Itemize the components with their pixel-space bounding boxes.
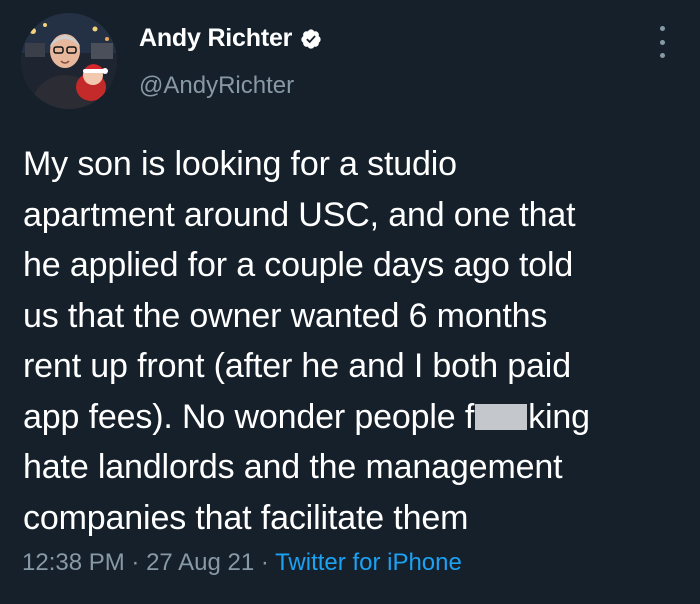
tweet-line: us that the owner wanted 6 months [23, 296, 548, 335]
tweet-line: app fees). No wonder people f king [23, 392, 683, 443]
tweet-line-segment: app fees). No wonder people f [23, 397, 475, 436]
avatar[interactable] [21, 13, 117, 109]
meta-separator: · [131, 549, 140, 576]
author-handle[interactable]: @AndyRichter [139, 72, 294, 100]
more-options-icon[interactable] [652, 26, 672, 58]
tweet-date[interactable]: 27 Aug 21 [146, 549, 254, 576]
author-display-name[interactable]: Andy Richter [139, 24, 292, 53]
tweet-line: hate landlords and the management [23, 448, 563, 486]
avatar-photo [21, 13, 117, 109]
tweet-line: apartment around USC, and one that [23, 195, 576, 234]
more-dot [659, 39, 665, 45]
tweet-line: rent up front (after he and I both paid [23, 347, 571, 385]
more-dot [659, 53, 665, 58]
tweet-card: Andy Richter @AndyRichter My son is look… [0, 0, 700, 604]
tweet-line: he applied for a couple days ago told [23, 246, 574, 284]
tweet-metadata: 12:38 PM · 27 Aug 21 · Twitter for iPhon… [22, 549, 462, 577]
tweet-source-link[interactable]: Twitter for iPhone [275, 549, 462, 576]
verified-badge-icon [300, 28, 322, 50]
tweet-line: companies that facilitate them [23, 498, 469, 537]
more-dot [659, 26, 665, 31]
tweet-time[interactable]: 12:38 PM [22, 549, 125, 576]
meta-separator: · [260, 549, 269, 576]
tweet-line: My son is looking for a studio [23, 145, 457, 183]
censor-bar [475, 403, 528, 430]
tweet-text: My son is looking for a studio apartment… [23, 139, 683, 543]
author-name-row: Andy Richter [139, 24, 322, 53]
tweet-line-segment: king [528, 397, 590, 436]
